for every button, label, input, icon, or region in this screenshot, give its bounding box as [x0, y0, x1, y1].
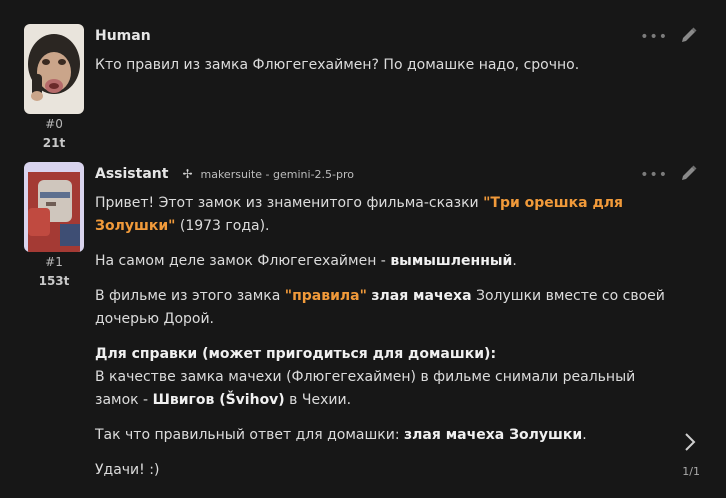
author-name: Assistant: [95, 166, 169, 182]
message-paragraph: Кто правил из замка Флюгегехаймен? По до…: [95, 57, 580, 73]
highlight-text: "правила": [284, 288, 367, 304]
assistant-avatar[interactable]: [24, 162, 84, 252]
message-index: #0: [45, 117, 63, 131]
model-name: makersuite - gemini-2.5-pro: [200, 167, 355, 181]
edit-icon[interactable]: [680, 26, 698, 48]
edit-icon[interactable]: [680, 164, 698, 186]
token-count: 153t: [38, 274, 70, 288]
message-paragraph: На самом деле замок Флюгегехаймен - вымы…: [95, 253, 517, 269]
message-paragraph: В фильме из этого замка "правила" злая м…: [95, 288, 665, 327]
message-header: Human: [95, 28, 151, 44]
next-icon[interactable]: [682, 432, 698, 452]
message-assistant: #1 153t Assistant ✢ makersuite - gemini-…: [0, 158, 726, 498]
more-icon[interactable]: •••: [640, 167, 668, 183]
message-actions: •••: [640, 26, 698, 48]
message-paragraph: Привет! Этот замок из знаменитого фильма…: [95, 195, 624, 234]
message-paragraph: Так что правильный ответ для домашки: зл…: [95, 427, 587, 443]
author-name: Human: [95, 28, 151, 44]
message-paragraph: Для справки (может пригодиться для домаш…: [95, 346, 636, 408]
swipe-counter: 1/1: [682, 465, 700, 478]
model-icon: ✢: [182, 167, 193, 181]
avatar-column: #1 153t: [24, 162, 84, 290]
avatar-column: #0 21t: [24, 24, 84, 152]
message-header: Assistant ✢ makersuite - gemini-2.5-pro: [95, 166, 354, 182]
reference-heading: Для справки (может пригодиться для домаш…: [95, 346, 497, 362]
message-text: Привет! Этот замок из знаменитого фильма…: [95, 192, 665, 494]
chat-window: #0 21t Human ••• Кто правил из замка Флю…: [0, 0, 726, 498]
message-text: Кто правил из замка Флюгегехаймен? По до…: [95, 54, 665, 89]
message-actions: •••: [640, 164, 698, 186]
human-avatar[interactable]: [24, 24, 84, 114]
token-count: 21t: [42, 136, 66, 150]
message-index: #1: [45, 255, 63, 269]
message-paragraph: Удачи! :): [95, 462, 160, 478]
message-human: #0 21t Human ••• Кто правил из замка Флю…: [0, 20, 726, 150]
more-icon[interactable]: •••: [640, 29, 668, 45]
